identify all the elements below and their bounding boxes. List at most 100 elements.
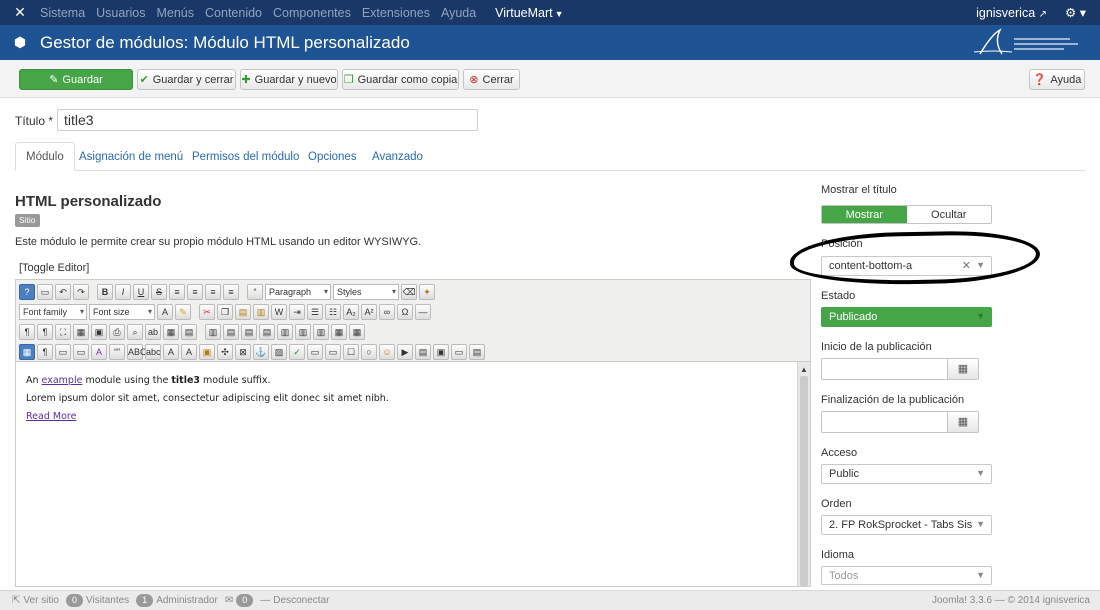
help-button[interactable]: ❓ Ayuda	[1029, 69, 1085, 90]
language-select[interactable]: Todos ▼	[821, 566, 992, 585]
readmore-icon[interactable]: ▤	[469, 344, 485, 360]
delete-row-icon[interactable]: ▤	[259, 324, 275, 340]
redo-icon[interactable]: ↷	[73, 284, 89, 300]
align-center-icon[interactable]: ≡	[187, 284, 203, 300]
nonbreaking-icon[interactable]: ¶	[37, 344, 53, 360]
blockquote-icon[interactable]: “	[247, 284, 263, 300]
del-icon[interactable]: abc	[145, 344, 161, 360]
insert-col-after-icon[interactable]: ▥	[295, 324, 311, 340]
menu-item-virtuemart[interactable]: VirtueMart ▼	[495, 6, 563, 20]
radio-icon[interactable]: ○	[361, 344, 377, 360]
show-button[interactable]: Mostrar	[822, 206, 907, 223]
show-blocks-icon[interactable]: ¶	[19, 324, 35, 340]
template-icon[interactable]: ▦	[73, 324, 89, 340]
checkbox-icon[interactable]: ☐	[343, 344, 359, 360]
title-input[interactable]: title3	[57, 109, 478, 131]
editor-scrollbar[interactable]: ▲	[797, 362, 810, 586]
paste-word-icon[interactable]: W	[271, 304, 287, 320]
eraser-icon[interactable]: ⌫	[401, 284, 417, 300]
tab-asignacion-menu[interactable]: Asignación de menú	[79, 142, 183, 171]
align-left-icon[interactable]: ≡	[169, 284, 185, 300]
cite-icon[interactable]: “”	[109, 344, 125, 360]
save-close-button[interactable]: ✔ Guardar y cerrar	[137, 69, 236, 90]
font-family-select[interactable]: Font family	[19, 304, 87, 320]
input-icon[interactable]: ▭	[325, 344, 341, 360]
ins-icon[interactable]: A	[163, 344, 179, 360]
indent-icon[interactable]: ⇥	[289, 304, 305, 320]
image-icon[interactable]: ▨	[271, 344, 287, 360]
move-forward-icon[interactable]: ✣	[217, 344, 233, 360]
logout-link[interactable]: — Desconectar	[260, 595, 329, 606]
align-right-icon[interactable]: ≡	[205, 284, 221, 300]
paste-text-icon[interactable]: ▥	[253, 304, 269, 320]
user-link[interactable]: ignisverica ↗	[976, 6, 1047, 20]
save-button[interactable]: ✎ Guardar	[19, 69, 133, 90]
status-select[interactable]: Publicado ▼	[821, 307, 992, 327]
replace-icon[interactable]: ab	[145, 324, 161, 340]
emoticon-icon[interactable]: ☺	[379, 344, 395, 360]
order-select[interactable]: 2. FP RokSprocket - Tabs Sis ▼	[821, 515, 992, 535]
spellcheck-icon[interactable]: ✓	[289, 344, 305, 360]
help-icon[interactable]: ?	[19, 284, 35, 300]
blank-icon[interactable]: ▭	[451, 344, 467, 360]
read-more-link[interactable]: Read More	[26, 411, 76, 422]
scroll-up-icon[interactable]: ▲	[800, 365, 808, 374]
highlight-color-icon[interactable]: ✎	[175, 304, 191, 320]
split-cells-icon[interactable]: ▦	[349, 324, 365, 340]
tab-permisos[interactable]: Permisos del módulo	[192, 142, 299, 171]
horizontal-rule-icon[interactable]: —	[415, 304, 431, 320]
editor-content[interactable]: An example module using the title3 modul…	[26, 372, 389, 426]
bullet-list-icon[interactable]: ☰	[307, 304, 323, 320]
print-icon[interactable]: ⎙	[109, 324, 125, 340]
example-link[interactable]: example	[42, 375, 83, 386]
text-color-icon[interactable]: A	[157, 304, 173, 320]
insert-row-before-icon[interactable]: ▤	[223, 324, 239, 340]
page-break-icon[interactable]: ▭	[55, 344, 71, 360]
menu-item-sistema[interactable]: Sistema	[40, 6, 85, 20]
calendar-icon[interactable]: ▦	[947, 412, 978, 432]
style-icon[interactable]: ▤	[415, 344, 431, 360]
inline-popup-icon[interactable]: ▭	[73, 344, 89, 360]
attribs-icon[interactable]: A	[181, 344, 197, 360]
menu-item-usuarios[interactable]: Usuarios	[96, 6, 145, 20]
form-icon[interactable]: ▭	[307, 344, 323, 360]
paste-icon[interactable]: ▤	[235, 304, 251, 320]
row-props-icon[interactable]: ▤	[181, 324, 197, 340]
save-new-button[interactable]: ✚ Guardar y nuevo	[240, 69, 338, 90]
font-size-select[interactable]: Font size	[89, 304, 155, 320]
align-justify-icon[interactable]: ≡	[223, 284, 239, 300]
underline-icon[interactable]: U	[133, 284, 149, 300]
fullscreen-icon[interactable]: ⛶	[55, 324, 71, 340]
italic-icon[interactable]: I	[115, 284, 131, 300]
scroll-thumb[interactable]	[800, 376, 808, 586]
publish-up-input[interactable]: ▦	[821, 358, 979, 380]
acronym-icon[interactable]: ABC	[127, 344, 147, 360]
save-doc-icon[interactable]: ▣	[433, 344, 449, 360]
menu-item-menus[interactable]: Menús	[156, 6, 194, 20]
view-site-link[interactable]: ⇱ Ver sitio	[12, 595, 59, 606]
superscript-icon[interactable]: A²	[361, 304, 377, 320]
access-select[interactable]: Public ▼	[821, 464, 992, 484]
toggle-editor-link[interactable]: [Toggle Editor]	[19, 262, 89, 274]
cell-props-icon[interactable]: ▥	[205, 324, 221, 340]
menu-item-contenido[interactable]: Contenido	[205, 6, 262, 20]
move-backward-icon[interactable]: ⊠	[235, 344, 251, 360]
format-select[interactable]: Paragraph	[265, 284, 331, 300]
search-icon[interactable]: ⌕	[127, 324, 143, 340]
close-button[interactable]: ⊗ Cerrar	[463, 69, 520, 90]
styles-select[interactable]: Styles	[333, 284, 399, 300]
strikethrough-icon[interactable]: S	[151, 284, 167, 300]
joomla-logo-icon[interactable]: ✕	[0, 4, 40, 21]
abbr-icon[interactable]: A	[91, 344, 107, 360]
cleanup-icon[interactable]: ✦	[419, 284, 435, 300]
copy-doc-icon[interactable]: ❐	[217, 304, 233, 320]
link-icon[interactable]: ∞	[379, 304, 395, 320]
menu-item-ayuda[interactable]: Ayuda	[441, 6, 476, 20]
calendar-icon[interactable]: ▦	[947, 359, 978, 379]
tab-opciones[interactable]: Opciones	[308, 142, 357, 171]
hide-button[interactable]: Ocultar	[907, 206, 992, 223]
insert-row-after-icon[interactable]: ▤	[241, 324, 257, 340]
save-copy-button[interactable]: ❐ Guardar como copia	[342, 69, 459, 90]
insert-col-before-icon[interactable]: ▥	[277, 324, 293, 340]
new-document-icon[interactable]: ▭	[37, 284, 53, 300]
